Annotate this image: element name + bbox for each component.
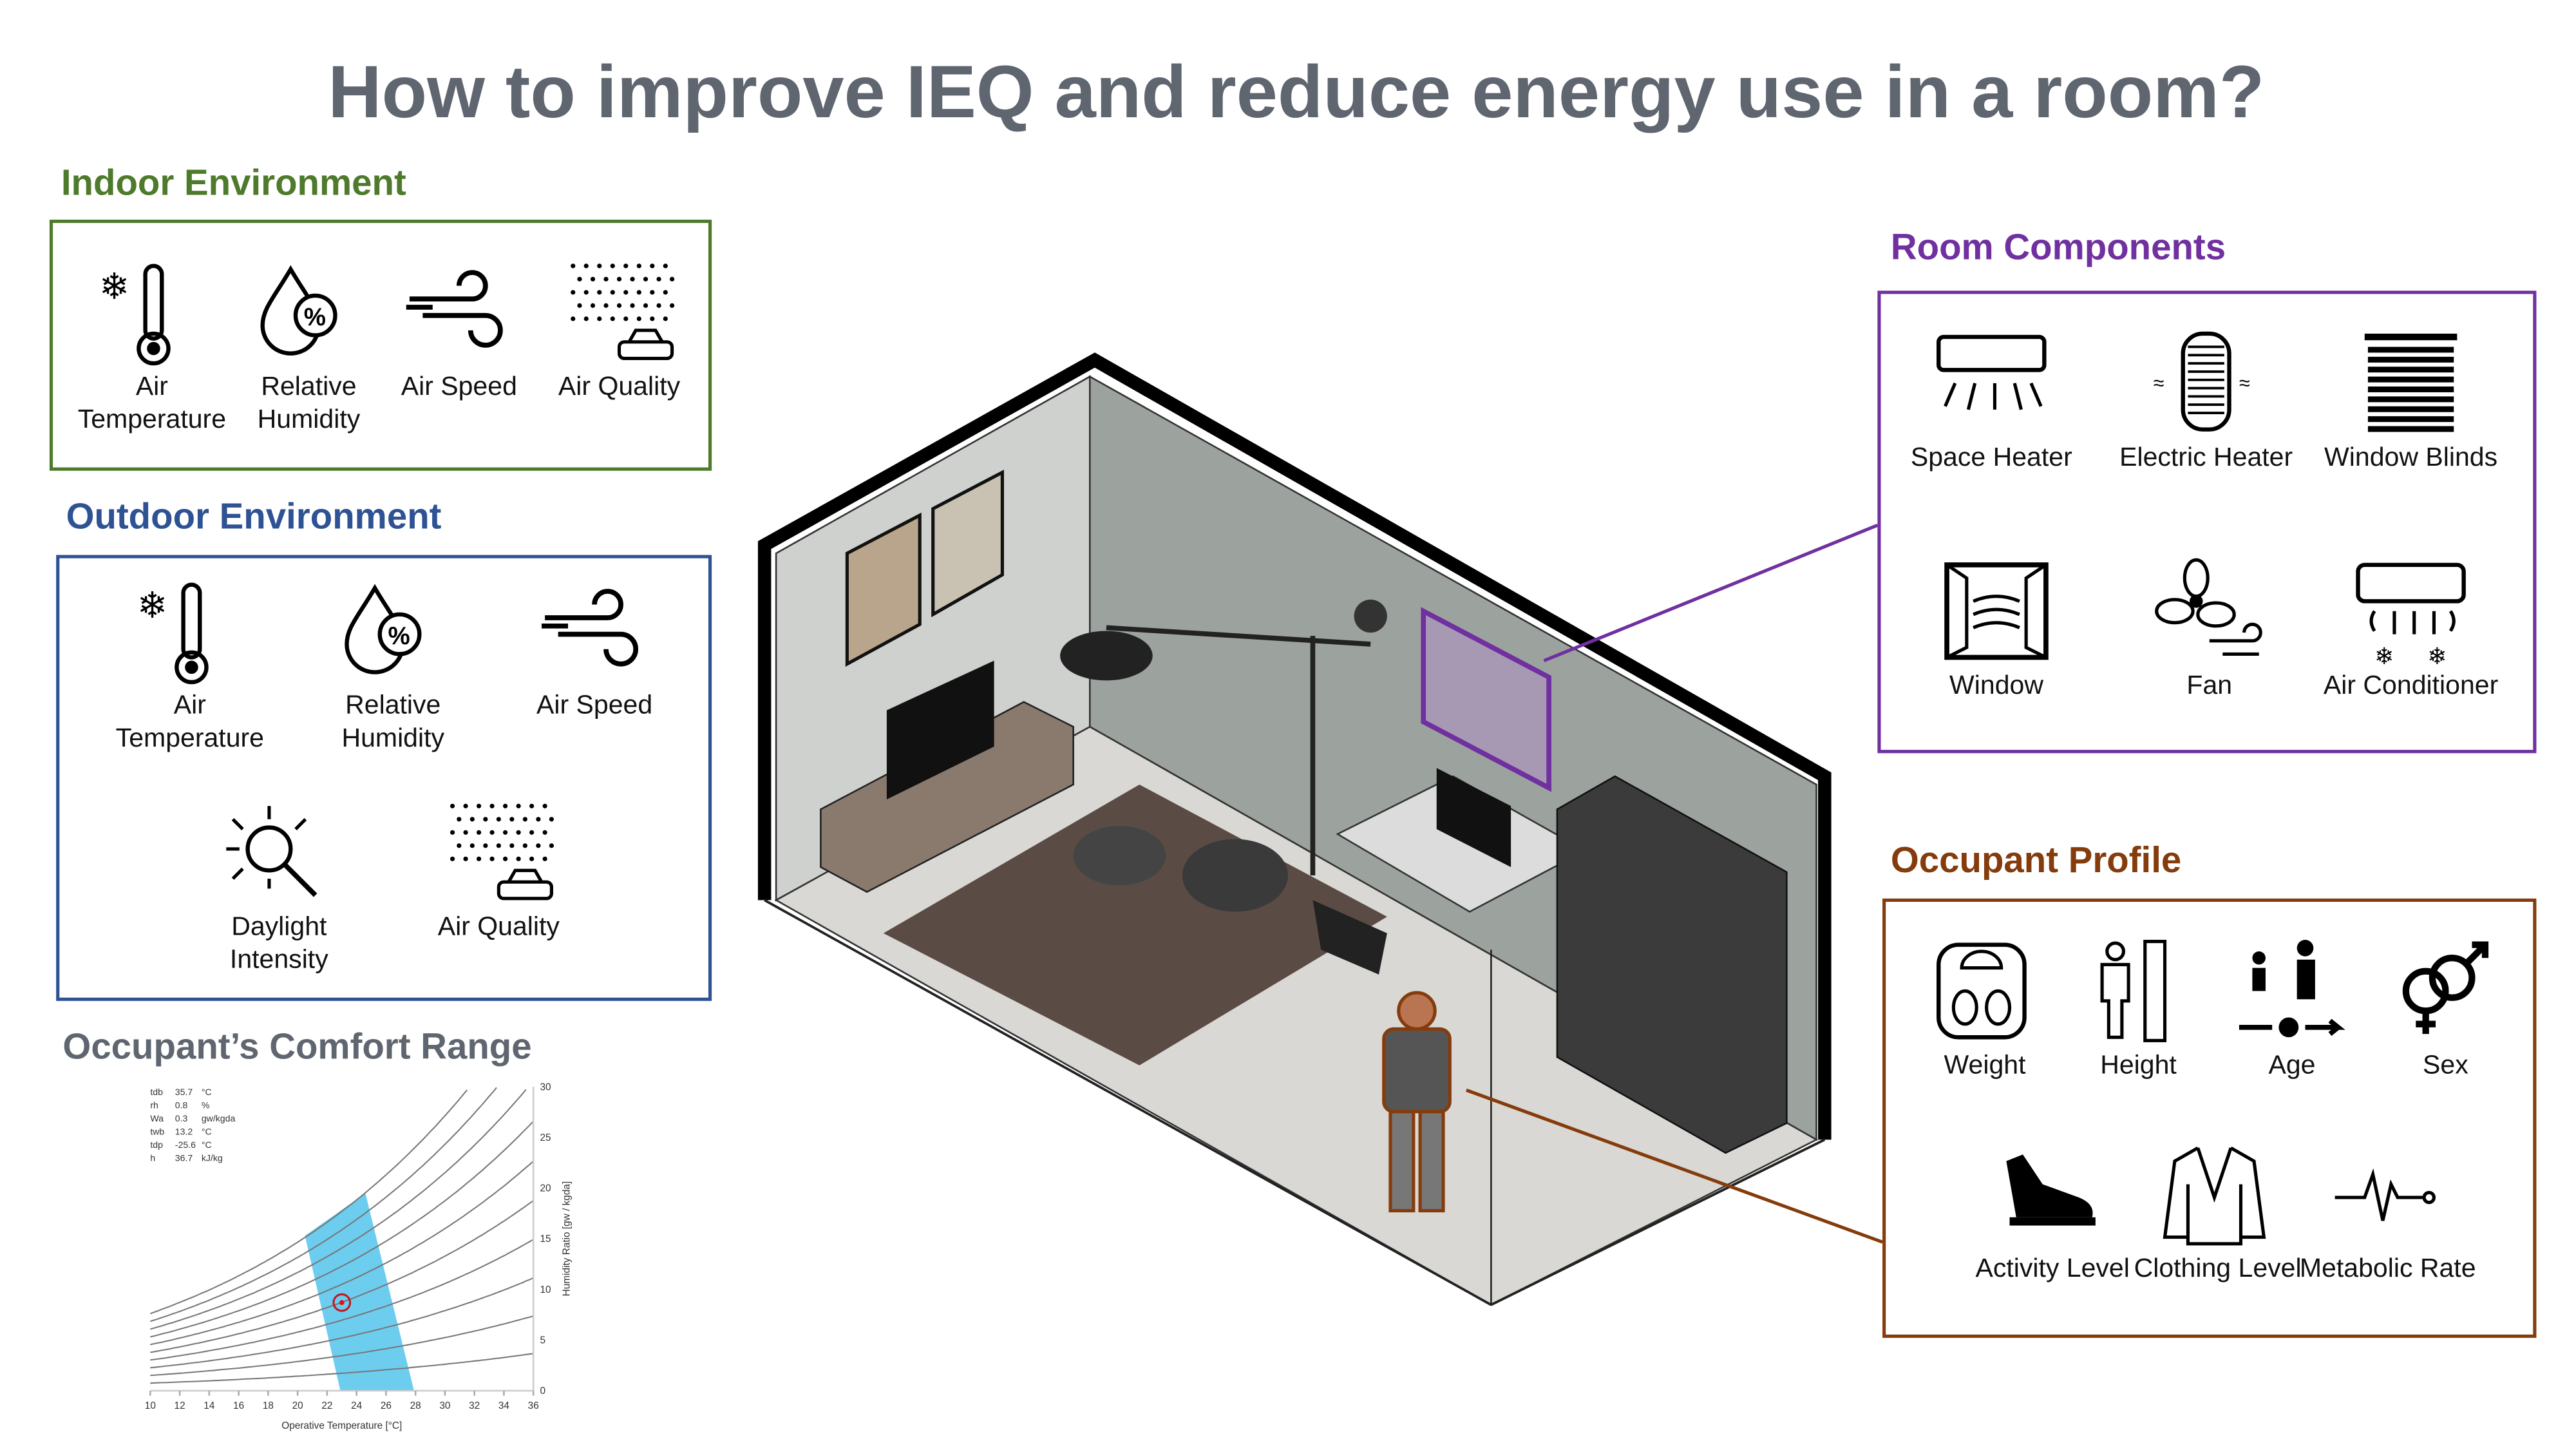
outdoor-item: Air Quality [400, 796, 598, 945]
outdoor-item: Air Speed [495, 575, 694, 723]
jacket-icon [2163, 1146, 2266, 1246]
item-label: Clothing Level [2134, 1255, 2302, 1284]
svg-text:≈: ≈ [2154, 372, 2164, 394]
room-components-connector [1543, 524, 1879, 663]
air-quality-car-icon [571, 263, 675, 360]
space-heater-icon [1937, 334, 2047, 410]
item-label: Air Quality [558, 373, 681, 402]
sun-magnifier-icon [226, 806, 317, 897]
heartbeat-icon [2334, 1168, 2436, 1221]
occupant-item: Sex [2347, 935, 2545, 1083]
air-quality-car-icon [450, 803, 554, 901]
svg-text:❄: ❄ [99, 266, 129, 307]
shoe-icon [2006, 1154, 2096, 1226]
air-conditioner-icon: ❄ ❄ [2356, 562, 2466, 669]
age-icon [2239, 939, 2345, 1038]
svg-text:❄: ❄ [2427, 644, 2447, 669]
svg-text:%: % [304, 303, 326, 331]
sex-symbol-icon [2402, 941, 2489, 1035]
electric-heater-icon: ≈ ≈ [2154, 331, 2250, 432]
item-label: Window Blinds [2324, 444, 2498, 473]
humidity-drop-icon: % [345, 584, 422, 674]
fan-icon [2155, 558, 2262, 656]
height-ruler-icon [2100, 939, 2167, 1042]
indoor-item: Air Quality [520, 256, 719, 405]
room-components-item: Window Blinds [2312, 327, 2510, 476]
window-blinds-icon [2364, 333, 2458, 432]
room-components-item: Space Heater [1892, 327, 2090, 476]
thermometer-snowflake-icon: ❄ [137, 582, 209, 685]
window-icon [1944, 562, 2049, 660]
item-label: Window [1949, 672, 2043, 701]
wind-icon [542, 589, 638, 667]
weight-scale-icon [1937, 942, 2027, 1040]
item-label: Air Speed [536, 692, 653, 720]
svg-text:≈: ≈ [2239, 372, 2250, 394]
svg-text:%: % [388, 622, 410, 650]
item-label: Relative Humidity [341, 692, 445, 754]
item-label: Air Conditioner [2323, 672, 2499, 701]
svg-text:❄: ❄ [2374, 644, 2394, 669]
svg-text:❄: ❄ [137, 585, 167, 625]
item-label: Electric Heater [2119, 444, 2293, 473]
item-label: Air Temperature [115, 692, 265, 754]
item-label: Fan [2186, 672, 2233, 701]
occupant-item: Clothing Level [2119, 1138, 2317, 1287]
infographic: How to improve IEQ and reduce energy use… [0, 0, 2576, 1450]
item-label: Daylight Intensity [229, 913, 328, 975]
room-components-item: ≈ ≈ Electric Heater [2107, 327, 2306, 476]
wind-icon [406, 270, 503, 348]
humidity-drop-icon: % [260, 265, 337, 356]
item-label: Sex [2423, 1052, 2468, 1080]
room-components-item: Fan [2110, 555, 2309, 704]
item-label: Space Heater [1910, 444, 2072, 473]
item-label: Metabolic Rate [2299, 1255, 2476, 1284]
outdoor-item: ❄ Air Temperature [91, 575, 289, 756]
room-components-item: Window [1897, 555, 2096, 704]
outdoor-item: % Relative Humidity [294, 575, 492, 756]
item-label: Air Quality [437, 913, 560, 942]
item-label: Activity Level [1975, 1255, 2130, 1284]
thermometer-snowflake-icon: ❄ [99, 263, 171, 366]
room-components-item: ❄ ❄ Air Conditioner [2312, 555, 2510, 704]
occupant-item: Metabolic Rate [2289, 1138, 2487, 1287]
outdoor-item: Daylight Intensity [180, 796, 378, 978]
